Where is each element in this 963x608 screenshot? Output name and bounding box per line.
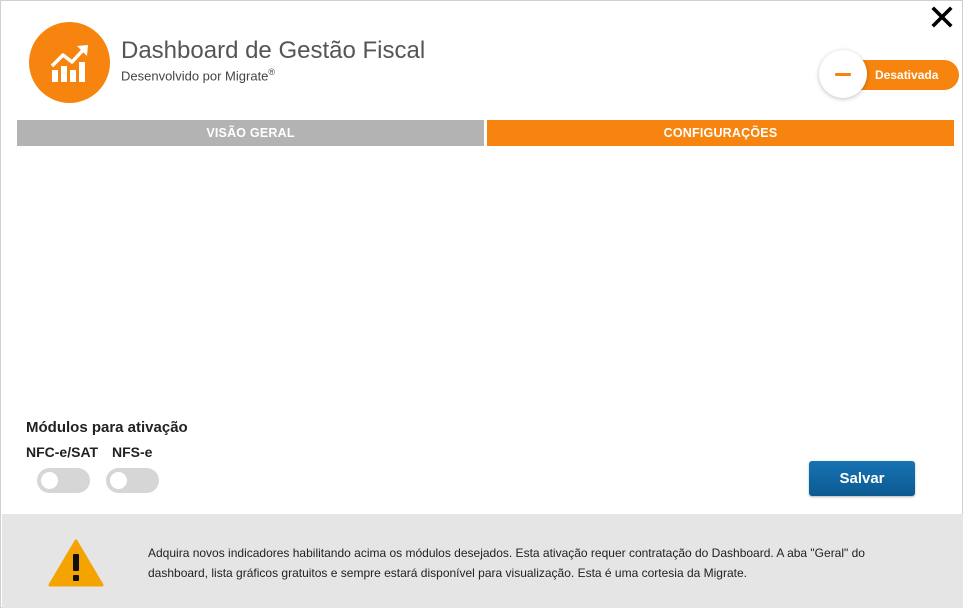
- tab-bar: VISÃO GERAL CONFIGURAÇÕES: [17, 120, 954, 146]
- toggle-knob: [110, 472, 127, 489]
- registered-mark: ®: [268, 67, 276, 77]
- minus-icon: [819, 50, 867, 98]
- nfce-sat-toggle[interactable]: [37, 468, 90, 493]
- save-button[interactable]: Salvar: [809, 461, 915, 496]
- chart-trend-up-icon: [29, 22, 110, 103]
- subtitle-text: Desenvolvido por Migrate: [121, 68, 269, 84]
- status-label: Desativada: [875, 68, 939, 82]
- close-icon[interactable]: [930, 5, 954, 29]
- module-nfse: NFS-e: [106, 444, 159, 493]
- module-label: NFC-e/SAT: [26, 444, 99, 460]
- page-subtitle: Desenvolvido por Migrate®: [121, 67, 275, 83]
- nfse-toggle[interactable]: [106, 468, 159, 493]
- module-nfce-sat: NFC-e/SAT: [26, 444, 98, 493]
- modules-title: Módulos para ativação: [26, 419, 188, 436]
- tab-configuracoes[interactable]: CONFIGURAÇÕES: [487, 120, 954, 146]
- dashboard-dialog: Dashboard de Gestão Fiscal Desenvolvido …: [0, 0, 963, 608]
- info-footer: Adquira novos indicadores habilitando ac…: [2, 514, 963, 608]
- footer-message: Adquira novos indicadores habilitando ac…: [148, 546, 865, 580]
- tab-visao-geral[interactable]: VISÃO GERAL: [17, 120, 484, 146]
- toggle-knob: [41, 472, 58, 489]
- activation-status-toggle[interactable]: Desativada: [819, 50, 959, 98]
- warning-icon: [48, 539, 104, 587]
- module-label: NFS-e: [112, 444, 153, 460]
- page-title: Dashboard de Gestão Fiscal: [121, 37, 426, 64]
